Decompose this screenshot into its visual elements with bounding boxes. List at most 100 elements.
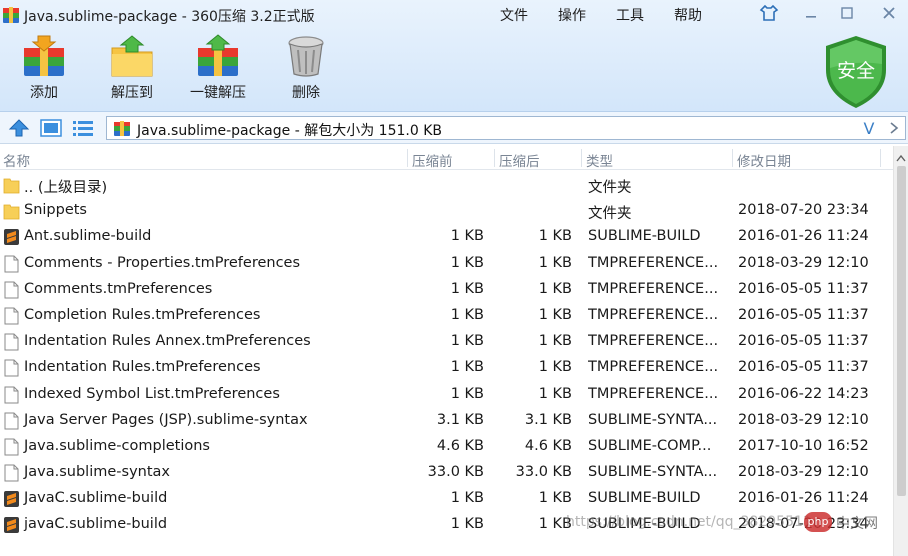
file-modified: 2018-03-29 12:10 [738,411,869,428]
minimize-icon[interactable] [798,3,824,23]
skin-icon[interactable] [756,3,782,23]
file-size: 1 KB [450,280,484,297]
column-size[interactable]: 压缩前 [412,150,453,170]
address-dropdown-button[interactable]: V [859,118,879,138]
file-list: .. (上级目录) 文件夹 Snippets 文件夹 2018-07-20 23… [0,172,893,556]
file-row[interactable]: Completion Rules.tmPreferences 1 KB 1 KB… [0,303,893,329]
file-size: 1 KB [450,306,484,323]
file-icon [3,464,20,482]
column-divider[interactable] [407,149,408,167]
file-size: 1 KB [450,254,484,271]
file-row[interactable]: Ant.sublime-build 1 KB 1 KB SUBLIME-BUIL… [0,224,893,250]
scroll-up-icon[interactable] [896,150,906,166]
add-button[interactable]: 添加 [4,34,84,102]
file-row[interactable]: Java.sublime-completions 4.6 KB 4.6 KB S… [0,434,893,460]
column-modified[interactable]: 修改日期 [737,150,791,170]
file-size: 33.0 KB [427,464,484,481]
file-icon [3,359,20,377]
one-click-extract-button[interactable]: 一键解压 [178,34,258,102]
up-level-icon[interactable] [8,119,30,141]
file-compressed-size: 1 KB [538,280,572,297]
list-view-icon[interactable] [72,119,94,141]
column-divider[interactable] [732,149,733,167]
file-icon [3,438,20,456]
file-row[interactable]: Indexed Symbol List.tmPreferences 1 KB 1… [0,382,893,408]
file-type: SUBLIME-COMP... [588,437,712,454]
file-name: Java.sublime-syntax [24,464,170,481]
file-size: 1 KB [450,490,484,507]
menu-bar: 文件 操作 工具 帮助 [500,5,732,25]
security-shield[interactable]: 安全 [822,34,890,114]
archive-app-icon [2,6,20,24]
extract-to-button[interactable]: 解压到 [92,34,172,102]
file-compressed-size: 1 KB [538,385,572,402]
maximize-icon[interactable] [834,3,860,23]
column-divider[interactable] [880,149,881,167]
delete-button[interactable]: 删除 [266,34,346,102]
file-type: TMPREFERENCE... [588,306,719,323]
file-row[interactable]: Indentation Rules.tmPreferences 1 KB 1 K… [0,355,893,381]
file-name: Comments.tmPreferences [24,280,213,297]
file-size: 1 KB [450,359,484,376]
sublime-icon [3,228,20,246]
add-archive-icon [24,35,64,76]
file-icon [3,333,20,351]
menu-tools[interactable]: 工具 [616,5,644,25]
file-type: SUBLIME-SYNTA... [588,411,718,428]
address-field[interactable]: Java.sublime-package - 解包大小为 151.0 KB V [106,116,906,140]
file-modified: 2018-03-29 12:10 [738,464,869,481]
file-modified: 2016-01-26 11:24 [738,490,869,507]
sublime-icon [3,490,20,508]
file-type: TMPREFERENCE... [588,385,719,402]
column-divider[interactable] [581,149,582,167]
menu-operate[interactable]: 操作 [558,5,586,25]
file-icon [3,255,20,273]
file-row[interactable]: Java Server Pages (JSP).sublime-syntax 3… [0,408,893,434]
file-icon [3,386,20,404]
file-size: 1 KB [450,385,484,402]
navigate-forward-icon[interactable] [885,119,903,137]
file-type: SUBLIME-BUILD [588,228,701,245]
file-row[interactable]: Comments.tmPreferences 1 KB 1 KB TMPREFE… [0,277,893,303]
file-modified: 2016-01-26 11:24 [738,228,869,245]
file-name: Java Server Pages (JSP).sublime-syntax [24,411,308,428]
trash-icon [288,36,324,77]
menu-file[interactable]: 文件 [500,5,528,25]
column-name[interactable]: 名称 [3,150,30,170]
file-modified: 2016-06-22 14:23 [738,385,869,402]
column-divider[interactable] [494,149,495,167]
column-compressed[interactable]: 压缩后 [499,150,540,170]
file-name: javaC.sublime-build [24,516,168,533]
vertical-scrollbar[interactable] [893,146,908,556]
file-type: 文件夹 [588,206,632,223]
file-type: 文件夹 [588,180,632,196]
file-type: SUBLIME-BUILD [588,490,701,507]
close-icon[interactable] [876,3,902,23]
file-name: Indexed Symbol List.tmPreferences [24,385,280,402]
scrollbar-thumb[interactable] [897,166,906,496]
file-compressed-size: 1 KB [538,228,572,245]
file-row[interactable]: Java.sublime-syntax 33.0 KB 33.0 KB SUBL… [0,460,893,486]
file-row[interactable]: JavaC.sublime-build 1 KB 1 KB SUBLIME-BU… [0,486,893,512]
delete-label: 删除 [292,85,320,101]
menu-help[interactable]: 帮助 [674,5,702,25]
file-compressed-size: 1 KB [538,333,572,350]
file-modified: 2018-07-20 23:34 [738,202,869,219]
file-row[interactable]: Snippets 文件夹 2018-07-20 23:34 [0,198,893,224]
file-row[interactable]: Comments - Properties.tmPreferences 1 KB… [0,251,893,277]
file-compressed-size: 3.1 KB [524,411,572,428]
file-compressed-size: 4.6 KB [524,437,572,454]
file-name: Snippets [24,202,87,219]
thumbnail-view-icon[interactable] [40,119,62,141]
file-compressed-size: 1 KB [538,254,572,271]
file-name: Indentation Rules Annex.tmPreferences [24,333,311,350]
folder-icon [3,176,20,194]
column-headers: 名称 压缩前 压缩后 类型 修改日期 [0,146,893,170]
file-size: 3.1 KB [436,411,484,428]
file-row[interactable]: .. (上级目录) 文件夹 [0,172,893,198]
watermark-url: https://blog.csdn.net/qq_38295511 [566,514,812,530]
column-type[interactable]: 类型 [586,150,613,170]
file-type: TMPREFERENCE... [588,254,719,271]
file-row[interactable]: Indentation Rules Annex.tmPreferences 1 … [0,329,893,355]
file-type: TMPREFERENCE... [588,359,719,376]
